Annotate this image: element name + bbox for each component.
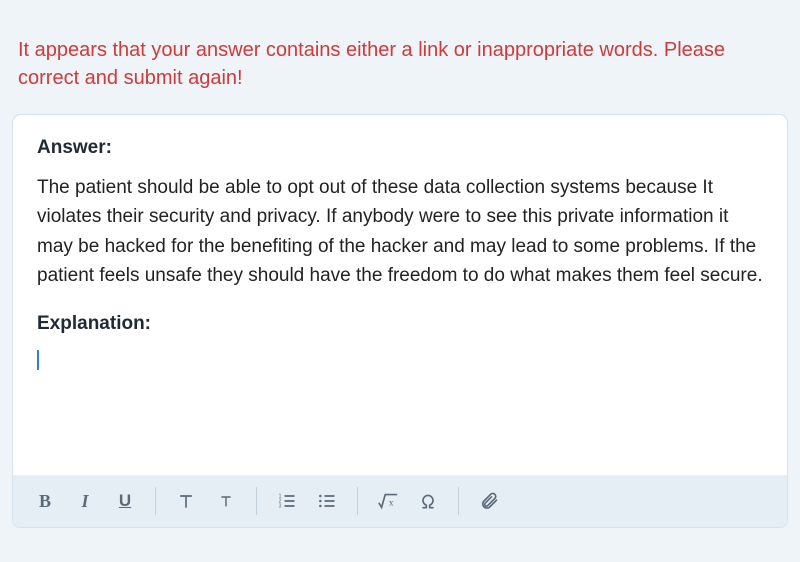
unordered-list-button[interactable]	[309, 483, 345, 519]
formatting-toolbar: B I U 1 2 3	[13, 475, 787, 527]
underline-button[interactable]: U	[107, 483, 143, 519]
paperclip-icon	[479, 491, 499, 511]
unordered-list-icon	[317, 491, 337, 511]
text-size-small-icon	[218, 493, 234, 509]
answer-editor: Answer: The patient should be able to op…	[12, 114, 788, 528]
italic-button[interactable]: I	[67, 483, 103, 519]
bold-button[interactable]: B	[27, 483, 63, 519]
underline-icon: U	[119, 491, 131, 511]
ordered-list-icon: 1 2 3	[277, 491, 297, 511]
editor-content-area[interactable]: Answer: The patient should be able to op…	[13, 115, 787, 475]
text-size-large-button[interactable]	[168, 483, 204, 519]
text-size-large-icon	[176, 491, 196, 511]
explanation-input-line[interactable]	[37, 349, 763, 371]
validation-error-message: It appears that your answer contains eit…	[0, 0, 800, 100]
symbol-button[interactable]	[410, 483, 446, 519]
italic-icon: I	[81, 491, 88, 512]
text-size-small-button[interactable]	[208, 483, 244, 519]
svg-text:x: x	[389, 498, 394, 508]
bold-icon: B	[39, 491, 51, 512]
answer-body-text[interactable]: The patient should be able to opt out of…	[37, 173, 763, 291]
answer-heading: Answer:	[37, 137, 763, 159]
text-cursor	[37, 350, 39, 370]
toolbar-separator	[458, 487, 459, 515]
explanation-heading: Explanation:	[37, 313, 763, 335]
attachment-button[interactable]	[471, 483, 507, 519]
toolbar-separator	[155, 487, 156, 515]
toolbar-separator	[357, 487, 358, 515]
square-root-icon: x	[377, 491, 399, 511]
omega-icon	[418, 491, 438, 511]
toolbar-separator	[256, 487, 257, 515]
svg-text:3: 3	[279, 504, 282, 510]
equation-button[interactable]: x	[370, 483, 406, 519]
ordered-list-button[interactable]: 1 2 3	[269, 483, 305, 519]
